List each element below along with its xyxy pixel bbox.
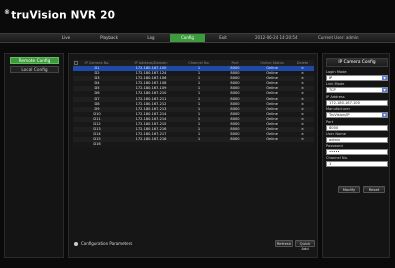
password-label: Password [326, 144, 343, 148]
refresh-button[interactable]: Refresh [275, 240, 293, 247]
quick-add-button[interactable]: Quick Add [295, 240, 315, 251]
chevron-down-icon: ▼ [382, 88, 387, 92]
ip-address-input[interactable]: 172.180.167.100 [326, 100, 388, 106]
config-parameters-label: Configuration Parameters [81, 241, 133, 246]
login-mode-label: Login Mode [326, 70, 347, 74]
password-input[interactable]: ••••• [326, 149, 388, 155]
radio-dot-icon [74, 242, 78, 246]
datetime-display: 2012-06-24 14:20:54 [255, 35, 298, 40]
main-navbar: Live Playback Log Config Exit 2012-06-24… [0, 33, 395, 43]
login-mode-value: IP [329, 76, 333, 80]
ip-address-label: IP Address [326, 95, 345, 99]
reset-button[interactable]: Reset [363, 186, 385, 193]
manufacturer-select[interactable]: TruVision/IP ▼ [326, 112, 388, 118]
tab-config[interactable]: Config [170, 34, 205, 42]
username-input[interactable]: admin [326, 137, 388, 143]
tab-live[interactable]: Live [55, 34, 77, 42]
app-title-text: truVision NVR 20 [11, 9, 116, 22]
link-mode-select[interactable]: TCP ▼ [326, 87, 388, 93]
chevron-down-icon: ▼ [382, 113, 387, 117]
config-sidebar: Remote Config Local Config [4, 53, 64, 258]
app-title: ®truVision NVR 20 [4, 9, 115, 22]
login-mode-select[interactable]: IP ▼ [326, 75, 388, 81]
manufacturer-value: TruVision/IP [329, 113, 350, 117]
ip-camera-config-panel: IP Camera Config Login Mode IP ▼ Link Mod… [322, 53, 390, 258]
camera-table-body: D1 172.180.167.100 1 8000 Online × D2 172.180.1… [73, 66, 314, 148]
current-user: Current User: admin [318, 35, 359, 40]
panel-title: IP Camera Config [326, 58, 388, 67]
tab-log[interactable]: Log [140, 34, 162, 42]
channel-no-label: Channel No. [326, 156, 348, 160]
modify-button[interactable]: Modify [338, 186, 360, 193]
chevron-down-icon: ▼ [382, 76, 387, 80]
ip-camera-list-panel: IP Camera No. IP Address/Domain Channel … [68, 53, 318, 258]
tab-exit[interactable]: Exit [213, 34, 233, 42]
link-mode-label: Link Mode [326, 82, 345, 86]
port-input[interactable]: 8000 [326, 125, 388, 131]
sidebar-item-remote-config[interactable]: Remote Config [10, 57, 59, 64]
tab-playback[interactable]: Playback [95, 34, 123, 42]
channel-no-input[interactable]: 1 [326, 161, 388, 167]
camera-no-cell: D16 [93, 142, 101, 147]
port-label: Port [326, 120, 334, 124]
config-parameters-link[interactable]: Configuration Parameters [74, 241, 132, 246]
username-label: User Name [326, 132, 346, 136]
sidebar-item-local-config[interactable]: Local Config [10, 66, 59, 73]
link-mode-value: TCP [329, 88, 336, 92]
table-row[interactable]: D16 [73, 142, 314, 148]
manufacturer-label: Manufacturer [326, 107, 351, 111]
logo-mark: ® [4, 9, 11, 16]
